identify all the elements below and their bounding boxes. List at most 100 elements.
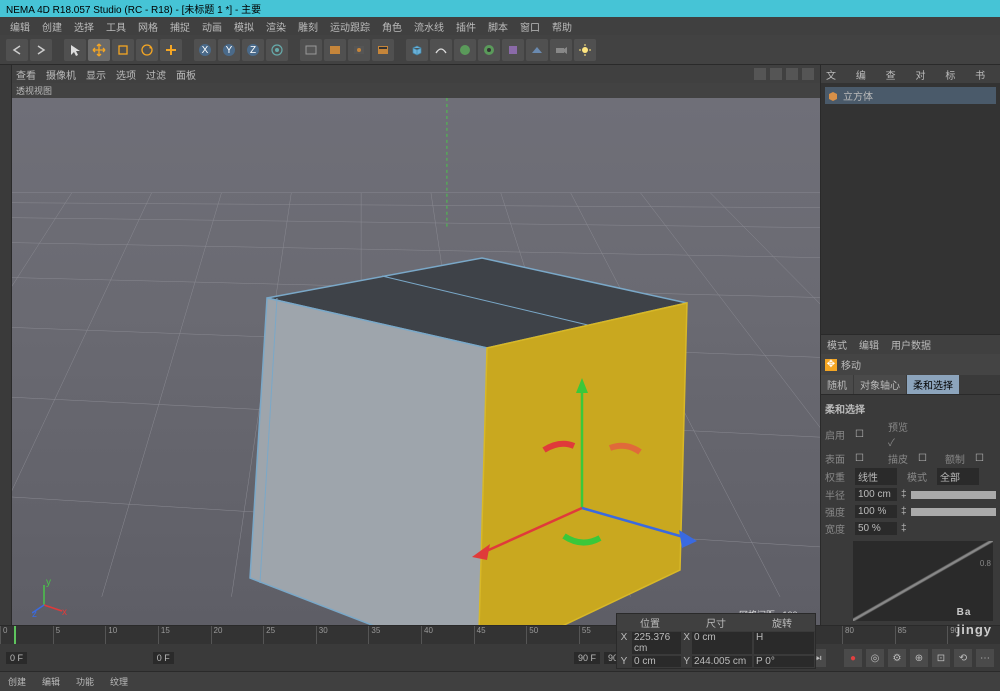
strength-field[interactable]: 100 % bbox=[855, 505, 897, 518]
object-tree[interactable]: 立方体 bbox=[821, 83, 1000, 334]
generator-button[interactable] bbox=[454, 39, 476, 61]
playhead[interactable] bbox=[14, 626, 16, 644]
rot-h-field[interactable]: H bbox=[754, 632, 814, 654]
mat-tab-function[interactable]: 功能 bbox=[68, 672, 102, 691]
key-scale-button[interactable]: ⊡ bbox=[932, 649, 950, 667]
coord-tab-size[interactable]: 尺寸 bbox=[683, 614, 749, 631]
y-axis-button[interactable]: Y bbox=[218, 39, 240, 61]
menu-item[interactable]: 捕捉 bbox=[164, 19, 196, 34]
light-button[interactable] bbox=[574, 39, 596, 61]
tab-edit[interactable]: 编辑 bbox=[851, 65, 881, 83]
z-axis-button[interactable]: Z bbox=[242, 39, 264, 61]
strength-slider[interactable] bbox=[911, 508, 996, 516]
menu-item[interactable]: 流水线 bbox=[408, 19, 450, 34]
select-tool[interactable] bbox=[64, 39, 86, 61]
key-rot-button[interactable]: ⟲ bbox=[954, 649, 972, 667]
startframe-field[interactable]: 0 F bbox=[6, 652, 27, 664]
move-tool[interactable] bbox=[88, 39, 110, 61]
render-to-pv-button[interactable] bbox=[348, 39, 370, 61]
deformer-button[interactable] bbox=[502, 39, 524, 61]
menu-item[interactable]: 模拟 bbox=[228, 19, 260, 34]
render-region-button[interactable] bbox=[324, 39, 346, 61]
vp-nav-icon[interactable] bbox=[786, 68, 798, 80]
menu-item[interactable]: 工具 bbox=[100, 19, 132, 34]
vp-menu-item[interactable]: 选项 bbox=[116, 67, 136, 82]
subtab-axis[interactable]: 对象轴心 bbox=[854, 375, 906, 394]
last-tool[interactable] bbox=[160, 39, 182, 61]
generator2-button[interactable] bbox=[478, 39, 500, 61]
attr-tab-edit[interactable]: 编辑 bbox=[853, 335, 885, 354]
svg-text:z: z bbox=[32, 609, 37, 617]
pos-y-field[interactable]: 0 cm bbox=[632, 656, 681, 667]
attr-tab-mode[interactable]: 模式 bbox=[821, 335, 853, 354]
menu-item[interactable]: 运动跟踪 bbox=[324, 19, 376, 34]
coord-tab-pos[interactable]: 位置 bbox=[617, 614, 683, 631]
menu-item[interactable]: 渲染 bbox=[260, 19, 292, 34]
attr-tab-userdata[interactable]: 用户数据 bbox=[885, 335, 937, 354]
environment-button[interactable] bbox=[526, 39, 548, 61]
menu-item[interactable]: 动画 bbox=[196, 19, 228, 34]
cube-primitive-button[interactable] bbox=[406, 39, 428, 61]
cube-object[interactable] bbox=[232, 248, 702, 625]
vp-menu-item[interactable]: 摄像机 bbox=[46, 67, 76, 82]
key-param-button[interactable]: ⋯ bbox=[976, 649, 994, 667]
key-settings-button[interactable]: ⚙ bbox=[888, 649, 906, 667]
tab-tags[interactable]: 标签 bbox=[940, 65, 970, 83]
tree-item-cube[interactable]: 立方体 bbox=[825, 87, 996, 104]
vp-nav-icon[interactable] bbox=[802, 68, 814, 80]
vp-menu-item[interactable]: 面板 bbox=[176, 67, 196, 82]
key-pos-button[interactable]: ⊕ bbox=[910, 649, 928, 667]
menu-item[interactable]: 脚本 bbox=[482, 19, 514, 34]
render-settings-button[interactable] bbox=[372, 39, 394, 61]
rotate-tool[interactable] bbox=[136, 39, 158, 61]
autokey-button[interactable]: ◎ bbox=[866, 649, 884, 667]
viewport-3d[interactable]: y x z 网格间距 : 100 cm bbox=[12, 98, 820, 625]
menu-item[interactable]: 编辑 bbox=[4, 19, 36, 34]
tab-object[interactable]: 对象 bbox=[910, 65, 940, 83]
weight-dropdown[interactable]: 线性 bbox=[855, 468, 897, 485]
undo-button[interactable] bbox=[6, 39, 28, 61]
vp-menu-item[interactable]: 显示 bbox=[86, 67, 106, 82]
radius-field[interactable]: 100 cm bbox=[855, 488, 897, 501]
mode-dropdown[interactable]: 全部 bbox=[937, 468, 979, 485]
coord-tab-rot[interactable]: 旋转 bbox=[749, 614, 815, 631]
record-button[interactable]: ● bbox=[844, 649, 862, 667]
x-axis-button[interactable]: X bbox=[194, 39, 216, 61]
pos-x-field[interactable]: 225.376 cm bbox=[632, 632, 681, 654]
menu-item[interactable]: 插件 bbox=[450, 19, 482, 34]
subtab-softselect[interactable]: 柔和选择 bbox=[907, 375, 959, 394]
render-view-button[interactable] bbox=[300, 39, 322, 61]
redo-button[interactable] bbox=[30, 39, 52, 61]
menu-item[interactable]: 选择 bbox=[68, 19, 100, 34]
menu-item[interactable]: 创建 bbox=[36, 19, 68, 34]
curframe-field[interactable]: 0 F bbox=[153, 652, 174, 664]
rot-p-field[interactable]: P 0° bbox=[754, 656, 814, 667]
menu-item[interactable]: 帮助 bbox=[546, 19, 578, 34]
tab-view[interactable]: 查看 bbox=[881, 65, 911, 83]
tab-file[interactable]: 文件 bbox=[821, 65, 851, 83]
menu-item[interactable]: 角色 bbox=[376, 19, 408, 34]
timeline-ruler[interactable]: 0 5 10 15 20 25 30 35 40 45 50 55 60 65 … bbox=[0, 626, 1000, 644]
mat-tab-texture[interactable]: 纹理 bbox=[102, 672, 136, 691]
mat-tab-edit[interactable]: 编辑 bbox=[34, 672, 68, 691]
vp-nav-icon[interactable] bbox=[754, 68, 766, 80]
mat-tab-create[interactable]: 创建 bbox=[0, 672, 34, 691]
width-field[interactable]: 50 % bbox=[855, 522, 897, 535]
previewend-field[interactable]: 90 F bbox=[574, 652, 600, 664]
coord-system-button[interactable] bbox=[266, 39, 288, 61]
scale-tool[interactable] bbox=[112, 39, 134, 61]
vp-menu-item[interactable]: 查看 bbox=[16, 67, 36, 82]
menu-item[interactable]: 网格 bbox=[132, 19, 164, 34]
vp-menu-item[interactable]: 过滤 bbox=[146, 67, 166, 82]
size-x-field[interactable]: 0 cm bbox=[692, 632, 752, 654]
vp-nav-icon[interactable] bbox=[770, 68, 782, 80]
menu-item[interactable]: 雕刻 bbox=[292, 19, 324, 34]
tab-bookmarks[interactable]: 书签 bbox=[970, 65, 1000, 83]
spline-button[interactable] bbox=[430, 39, 452, 61]
menu-item[interactable]: 窗口 bbox=[514, 19, 546, 34]
subtab-random[interactable]: 随机 bbox=[821, 375, 853, 394]
svg-text:y: y bbox=[46, 577, 51, 588]
size-y-field[interactable]: 244.005 cm bbox=[692, 656, 752, 667]
camera-button[interactable] bbox=[550, 39, 572, 61]
radius-slider[interactable] bbox=[911, 491, 996, 499]
